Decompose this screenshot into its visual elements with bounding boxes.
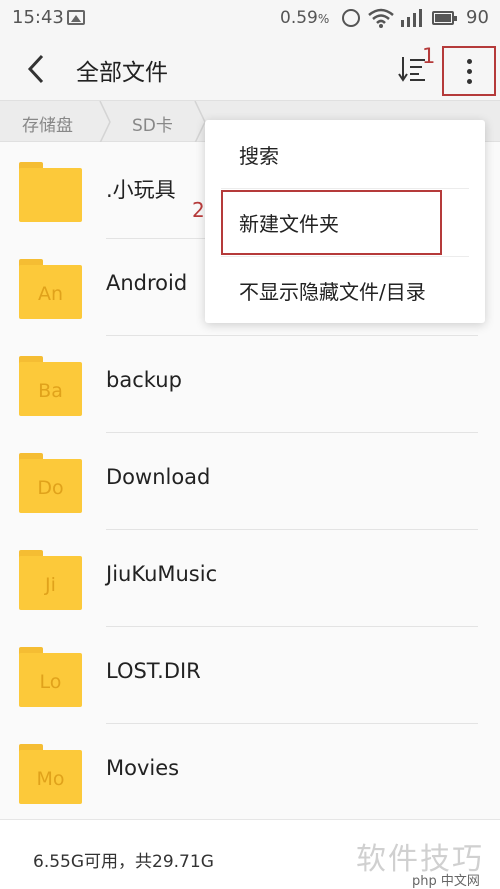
- page-title: 全部文件: [76, 60, 168, 86]
- annotation-highlight-box: [221, 190, 442, 255]
- list-item[interactable]: Lo LOST.DIR: [0, 627, 500, 724]
- breadcrumb-separator: [99, 101, 111, 143]
- network-speed: 0.59%: [280, 8, 330, 28]
- back-arrow-icon[interactable]: [22, 52, 52, 86]
- menu-item-label: 搜索: [239, 144, 279, 168]
- file-name: Download: [106, 465, 211, 489]
- file-name: backup: [106, 368, 182, 392]
- file-name: JiuKuMusic: [106, 562, 218, 586]
- list-item[interactable]: Do Download: [0, 433, 500, 530]
- annotation-step-2: 2: [192, 198, 205, 222]
- folder-icon: An: [19, 259, 82, 319]
- breadcrumb-sdcard[interactable]: SD卡: [132, 111, 173, 136]
- status-time: 15:43: [12, 7, 64, 28]
- file-name: Android: [106, 271, 188, 295]
- more-options-button[interactable]: [442, 46, 496, 96]
- site-logo: php 中文网: [412, 874, 480, 889]
- folder-icon: Ba: [19, 356, 82, 416]
- list-item[interactable]: Ji JiuKuMusic: [0, 530, 500, 627]
- menu-item-hide-hidden[interactable]: 不显示隐藏文件/目录: [205, 256, 485, 324]
- more-vertical-icon: [467, 59, 472, 64]
- footer: 6.55G可用，共29.71G 软件技巧 php 中文网: [0, 819, 500, 889]
- image-icon: [67, 10, 85, 25]
- file-name: LOST.DIR: [106, 659, 201, 683]
- folder-icon: Mo: [19, 744, 82, 804]
- folder-icon: Ji: [19, 550, 82, 610]
- breadcrumb-storage[interactable]: 存储盘: [22, 111, 73, 136]
- list-item[interactable]: Ba backup: [0, 336, 500, 433]
- folder-icon: Lo: [19, 647, 82, 707]
- status-bar: 15:43 0.59% 90: [0, 0, 500, 36]
- wifi-icon: [368, 8, 394, 28]
- menu-item-search[interactable]: 搜索: [205, 120, 485, 188]
- storage-info: 6.55G可用，共29.71G: [33, 852, 214, 872]
- folder-icon: [19, 162, 82, 222]
- folder-icon: Do: [19, 453, 82, 513]
- list-item[interactable]: Mo Movies: [0, 724, 500, 821]
- file-name: Movies: [106, 756, 180, 780]
- signal-icon: [401, 9, 422, 27]
- file-name: .小玩具: [106, 178, 176, 202]
- battery-icon: [432, 11, 457, 25]
- annotation-step-1: 1: [422, 44, 436, 68]
- menu-item-label: 不显示隐藏文件/目录: [239, 280, 426, 304]
- battery-level: 90: [466, 7, 489, 28]
- alarm-icon: [342, 9, 360, 27]
- header: 全部文件 1: [0, 36, 500, 100]
